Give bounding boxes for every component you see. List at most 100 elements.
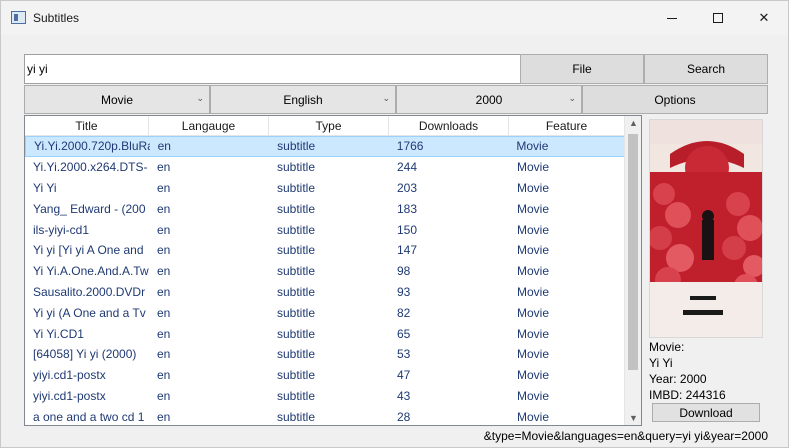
cell-downloads: 82 (397, 305, 411, 320)
table-row[interactable]: yiyi.cd1-postx en subtitle 43 Movie (25, 386, 625, 407)
movie-imdb: IMBD: 244316 (649, 388, 726, 402)
cell-language: en (157, 160, 171, 175)
cell-downloads: 183 (397, 201, 418, 216)
table-row[interactable]: Yi yi [Yi yi A One and en subtitle 147 Movie (25, 240, 625, 261)
table-row[interactable]: Yang_ Edward - (200 en subtitle 183 Movie (25, 198, 625, 219)
cell-language: en (157, 139, 171, 154)
cell-title: ils-yiyi-cd1 (33, 222, 90, 237)
cell-type: subtitle (277, 326, 316, 341)
app-window: Subtitles ✕ File Search Movie ⌄ English … (0, 0, 789, 448)
cell-feature: Movie (517, 368, 550, 383)
scroll-up-icon[interactable]: ▲ (629, 118, 638, 128)
cell-feature: Movie (517, 409, 550, 424)
search-button[interactable]: Search (644, 54, 768, 84)
subtitle-list[interactable]: Title Langauge Type Downloads Feature Yi… (24, 115, 642, 426)
cell-language: en (157, 264, 171, 279)
cell-downloads: 244 (397, 160, 418, 175)
minimize-button[interactable] (649, 1, 695, 35)
cell-type: subtitle (277, 180, 316, 195)
download-button[interactable]: Download (652, 403, 760, 422)
cell-language: en (157, 409, 171, 424)
cell-type: subtitle (277, 222, 316, 237)
year-dropdown-value: 2000 (475, 92, 503, 107)
scrollbar-thumb[interactable] (628, 134, 638, 370)
cell-type: subtitle (277, 264, 316, 279)
type-dropdown[interactable]: Movie ⌄ (24, 85, 210, 114)
cell-downloads: 150 (397, 222, 418, 237)
cell-language: en (157, 305, 171, 320)
cell-type: subtitle (277, 284, 316, 299)
scroll-down-icon[interactable]: ▼ (629, 413, 638, 423)
list-rows: Yi.Yi.2000.720p.BluRa en subtitle 1766 Movie… (25, 136, 625, 425)
type-dropdown-value: Movie (100, 92, 133, 107)
movie-name: Yi Yi (649, 356, 673, 370)
cell-downloads: 43 (397, 388, 411, 403)
cell-feature: Movie (517, 284, 550, 299)
cell-feature: Movie (517, 222, 550, 237)
language-dropdown[interactable]: English ⌄ (210, 85, 396, 114)
cell-feature: Movie (517, 347, 550, 362)
chevron-down-icon: ⌄ (382, 93, 390, 103)
cell-feature: Movie (516, 139, 549, 154)
title-bar[interactable]: Subtitles ✕ (1, 1, 788, 35)
cell-downloads: 147 (397, 243, 418, 258)
cell-type: subtitle (277, 368, 316, 383)
cell-downloads: 98 (397, 264, 411, 279)
cell-title: Yi yi [Yi yi A One and (33, 243, 144, 258)
column-header-downloads[interactable]: Downloads (389, 116, 509, 136)
table-row[interactable]: yiyi.cd1-postx en subtitle 47 Movie (25, 365, 625, 386)
vertical-scrollbar[interactable]: ▲ ▼ (624, 116, 641, 425)
cell-type: subtitle (277, 347, 316, 362)
cell-feature: Movie (517, 201, 550, 216)
cell-feature: Movie (517, 326, 550, 341)
cell-feature: Movie (517, 180, 550, 195)
cell-feature: Movie (517, 305, 550, 320)
file-button[interactable]: File (520, 54, 644, 84)
cell-type: subtitle (277, 243, 316, 258)
close-button[interactable]: ✕ (741, 1, 787, 35)
table-row[interactable]: Yi Yi.A.One.And.A.Tw en subtitle 98 Movie (25, 261, 625, 282)
table-row[interactable]: Yi.Yi.2000.x264.DTS-en subtitle 244 Movie (25, 157, 625, 178)
cell-downloads: 47 (397, 368, 411, 383)
table-row[interactable]: ils-yiyi-cd1 en subtitle 150 Movie (25, 219, 625, 240)
table-row[interactable]: Sausalito.2000.DVDr en subtitle 93 Movie (25, 282, 625, 303)
maximize-icon (713, 13, 723, 23)
options-button[interactable]: Options (582, 85, 768, 114)
language-dropdown-value: English (283, 92, 323, 107)
column-header-feature[interactable]: Feature (509, 116, 625, 136)
cell-type: subtitle (277, 409, 316, 424)
cell-downloads: 93 (397, 284, 411, 299)
column-header-type[interactable]: Type (269, 116, 389, 136)
cell-downloads: 28 (397, 409, 411, 424)
table-row[interactable]: [64058] Yi yi (2000) en subtitle 53 Movie (25, 344, 625, 365)
cell-language: en (157, 388, 171, 403)
cell-type: subtitle (277, 139, 316, 154)
cell-downloads: 65 (397, 326, 411, 341)
maximize-button[interactable] (695, 1, 741, 35)
search-input[interactable] (24, 54, 521, 84)
cell-feature: Movie (517, 243, 550, 258)
table-row[interactable]: a one and a two cd 1 en subtitle 28 Movie (25, 406, 625, 425)
cell-language: en (157, 243, 171, 258)
cell-type: subtitle (277, 201, 316, 216)
table-row[interactable]: Yi Yi en subtitle 203 Movie (25, 178, 625, 199)
cell-language: en (157, 201, 171, 216)
cell-feature: Movie (517, 388, 550, 403)
cell-downloads: 1766 (396, 139, 424, 154)
cell-downloads: 53 (397, 347, 411, 362)
cell-title: Yang_ Edward - (200 (33, 201, 146, 216)
chevron-down-icon: ⌄ (196, 93, 204, 103)
cell-title: [64058] Yi yi (2000) (33, 347, 137, 362)
minimize-icon (667, 17, 677, 19)
column-header-language[interactable]: Langauge (149, 116, 269, 136)
year-dropdown[interactable]: 2000 ⌄ (396, 85, 582, 114)
column-header-title[interactable]: Title (25, 116, 149, 136)
cell-title: Yi Yi.CD1 (33, 326, 84, 341)
cell-type: subtitle (277, 305, 316, 320)
cell-title: yiyi.cd1-postx (33, 368, 106, 383)
table-row[interactable]: Yi.Yi.2000.720p.BluRa en subtitle 1766 Movie (25, 136, 625, 157)
table-row[interactable]: Yi Yi.CD1 en subtitle 65 Movie (25, 323, 625, 344)
client-area: File Search Movie ⌄ English ⌄ 2000 ⌄ Opt… (1, 35, 788, 447)
table-row[interactable]: Yi yi (A One and a Tv en subtitle 82 Movie (25, 302, 625, 323)
cell-language: en (157, 368, 171, 383)
